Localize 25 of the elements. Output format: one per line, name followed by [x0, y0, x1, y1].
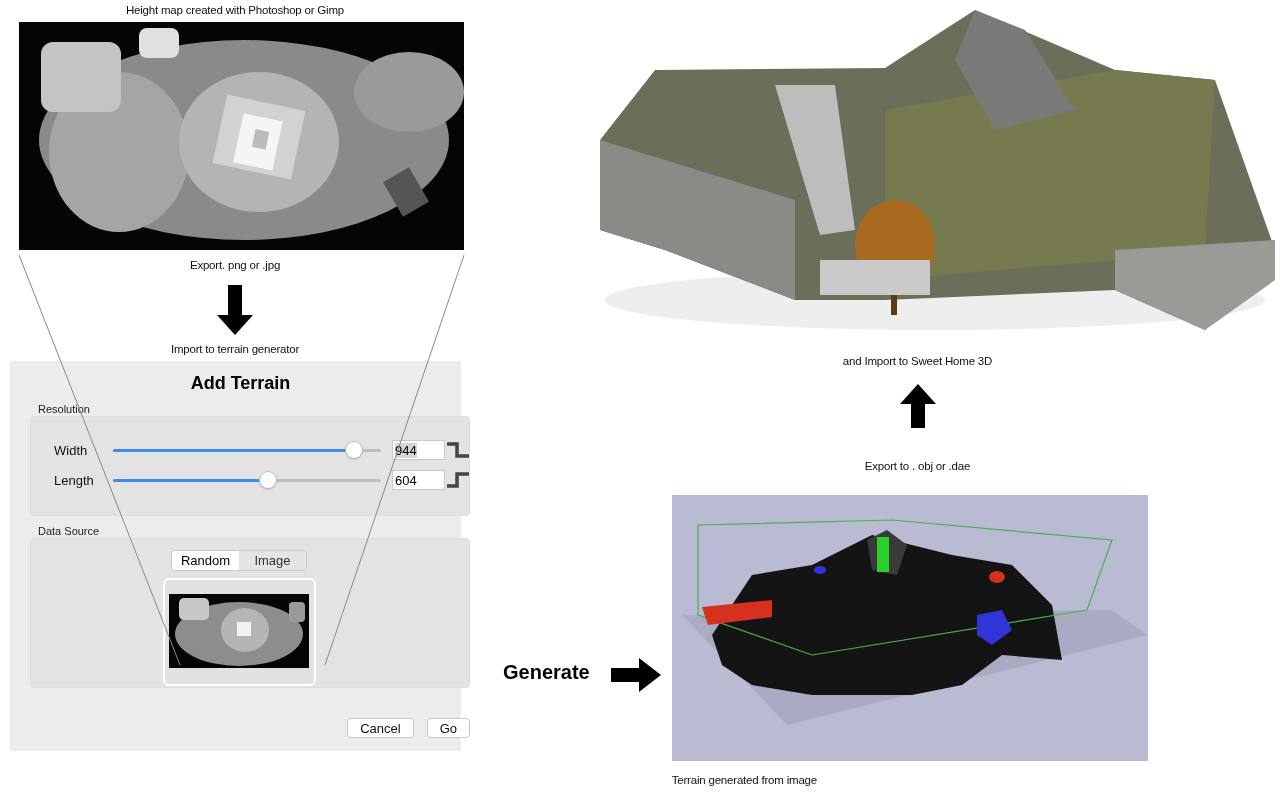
slider[interactable] [113, 442, 381, 458]
slider-label: Length [53, 472, 95, 488]
slider-label: Width [53, 442, 89, 458]
number-field[interactable]: 944 [392, 440, 445, 460]
dialog-title: Add Terrain [190, 373, 291, 394]
dialog-button[interactable]: Cancel [347, 718, 414, 738]
number-field[interactable]: 604 [392, 470, 445, 490]
right-arrow-icon [610, 658, 661, 692]
down-arrow-icon [217, 285, 253, 335]
group-label: Resolution [38, 403, 90, 415]
dialog-button[interactable]: Go [426, 718, 470, 738]
caption: Import to terrain generator [170, 343, 300, 355]
caption: Export to . obj or .dae [864, 460, 971, 472]
caption: Height map created with Photoshop or Gimp [125, 4, 345, 18]
up-arrow-icon [899, 384, 936, 428]
bracket-icon [447, 440, 469, 460]
caption: Export. png or .jpg [189, 259, 281, 271]
generate-label: Generate [503, 661, 590, 684]
slider[interactable] [113, 472, 381, 488]
caption: and Import to Sweet Home 3D [842, 355, 993, 367]
segment-tab[interactable]: Random [172, 551, 239, 570]
image-well[interactable] [162, 578, 316, 686]
caption: Terrain generated from image [671, 774, 818, 786]
group-label: Data Source [38, 525, 100, 537]
bracket-icon [447, 470, 469, 490]
